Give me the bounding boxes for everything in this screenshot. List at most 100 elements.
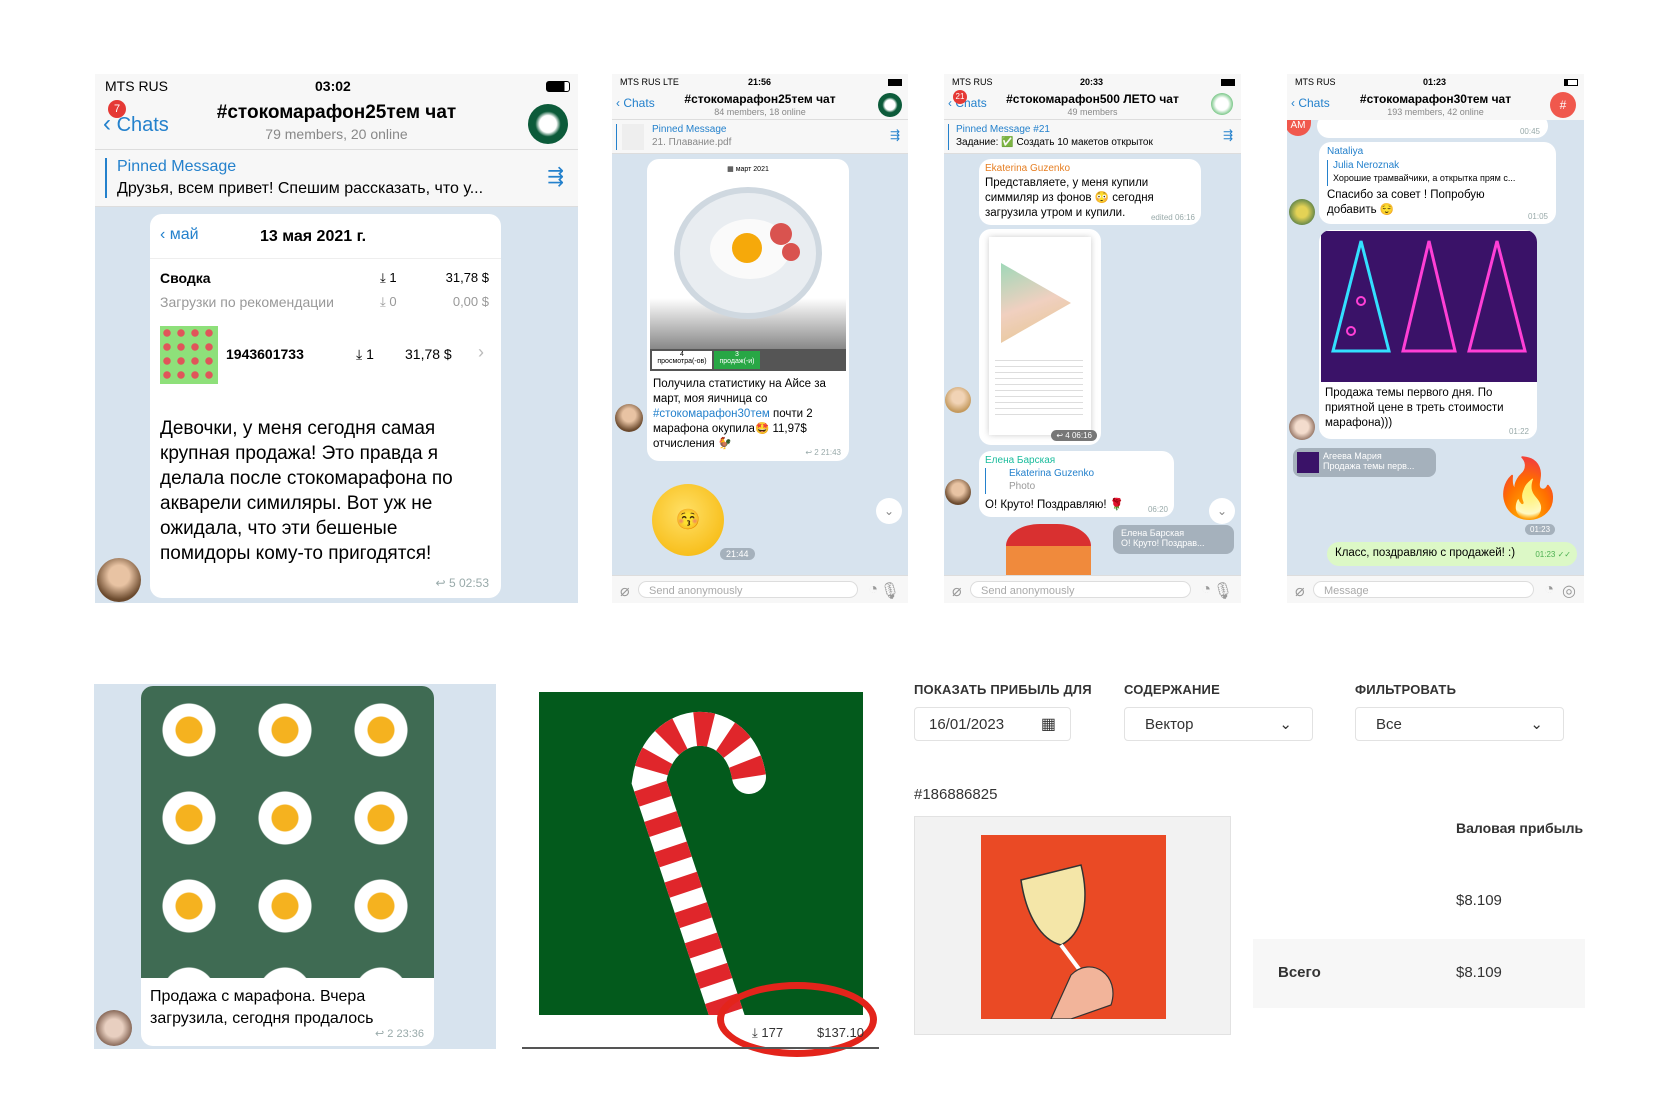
- content-select[interactable]: Вектор ⌄: [1124, 707, 1313, 741]
- fire-time: 01:23: [1525, 524, 1556, 535]
- message-bubble: Елена Барская Ekaterina Guzenko Photo О!…: [979, 451, 1174, 517]
- sender-avatar[interactable]: [615, 404, 643, 432]
- sticker-icon[interactable]: ◔: [1544, 581, 1554, 599]
- message-time: 02:53: [458, 576, 489, 590]
- pinned-message[interactable]: Pinned Message #21 Задание: ✅ Создать 10…: [944, 120, 1241, 154]
- paperclip-icon[interactable]: ⌀: [952, 581, 962, 601]
- chevron-down-icon: ⌄: [1530, 716, 1543, 733]
- message-time: edited 06:16: [1150, 213, 1195, 222]
- message-time: 01:22: [1508, 427, 1529, 436]
- reply-author: Julia Neroznak: [1333, 160, 1400, 171]
- divider: [522, 1047, 879, 1049]
- photo-message: Продажа темы первого дня. По приятной це…: [1319, 230, 1537, 439]
- pinned-bar: [948, 124, 949, 150]
- sales-count: 3: [735, 351, 739, 358]
- pin-list-icon[interactable]: ⇶: [1223, 128, 1233, 142]
- message-bubble: Ekaterina Guzenko Представляете, у меня …: [979, 159, 1201, 225]
- pinned-message[interactable]: Pinned Message Друзья, всем привет! Спеш…: [95, 150, 578, 207]
- reply-preview[interactable]: Елена Барская О! Круто! Поздрав...: [1113, 525, 1234, 554]
- pdf-thumbnail: [622, 124, 644, 150]
- item-row[interactable]: 1943601733 ⤓ 1 31,78 $ ›: [160, 326, 490, 384]
- item-id: 1943601733: [226, 346, 304, 362]
- message-text: Продажа темы первого дня. По приятной це…: [1325, 387, 1504, 429]
- microphone-icon[interactable]: 🎙: [880, 581, 900, 601]
- sender-avatar-initials[interactable]: AM: [1287, 120, 1311, 136]
- paperclip-icon[interactable]: ⌀: [1295, 581, 1305, 601]
- message-input[interactable]: Send anonymously: [638, 581, 858, 598]
- card-month-label: март 2021: [735, 166, 769, 173]
- pin-list-icon[interactable]: ⇶: [890, 128, 900, 142]
- stats-bar: 4 просмотра(-ов) 3 продаж(-и): [650, 349, 846, 371]
- pin-list-icon[interactable]: ⇶: [547, 164, 564, 189]
- sales-highlight-circle: [717, 982, 877, 1057]
- hashtag-link[interactable]: #стокомарафон30тем: [653, 408, 770, 420]
- neon-trees-drawing: [1331, 240, 1527, 353]
- chat-avatar[interactable]: [528, 104, 568, 144]
- party-emoji-sticker: 😚: [652, 484, 724, 556]
- cat-sticker: [1006, 524, 1091, 579]
- rec-downloads: ⤓ 0: [380, 294, 397, 309]
- chevron-down-icon: ⌄: [1279, 716, 1292, 733]
- item-preview[interactable]: [914, 816, 1231, 1035]
- phone-screenshot-3: MTS RUS 20:33 ‹ Chats 21 #стокомарафон50…: [944, 74, 1241, 603]
- message-input[interactable]: Send anonymously: [970, 581, 1191, 598]
- fire-emoji: 🔥: [1492, 456, 1565, 521]
- views-count: 4: [680, 351, 684, 358]
- candy-cane-image: [539, 692, 863, 1015]
- sticker-icon[interactable]: ◔: [1201, 581, 1211, 599]
- sticker-icon[interactable]: ◔: [868, 581, 878, 599]
- pinned-message[interactable]: Pinned Message 21. Плавание.pdf ⇶: [612, 120, 908, 154]
- pinned-title: Pinned Message: [652, 124, 727, 135]
- chat-avatar[interactable]: #: [1550, 92, 1576, 118]
- microphone-icon[interactable]: 🎙: [1213, 581, 1233, 601]
- scroll-down-button[interactable]: ⌄: [1209, 498, 1235, 524]
- message-bubble: ‹ май 13 мая 2021 г. Сводка ⤓ 1 31,78 $ …: [150, 214, 501, 598]
- total-row: Всего $8.109: [1253, 939, 1585, 1008]
- filter-select[interactable]: Все ⌄: [1355, 707, 1564, 741]
- summary-downloads: ⤓ 1: [380, 270, 397, 285]
- sender-avatar[interactable]: [1289, 414, 1315, 440]
- screenshot-photo: [989, 237, 1091, 435]
- sender-avatar[interactable]: [945, 479, 971, 505]
- month-back-button[interactable]: ‹ май: [160, 226, 199, 244]
- eggs-pattern-image: [141, 686, 434, 978]
- battery-icon: [888, 78, 902, 86]
- summary-label: Сводка: [160, 270, 211, 286]
- filter-label: ФИЛЬТРОВАТЬ: [1355, 682, 1457, 697]
- pinned-text: Задание: ✅ Создать 10 макетов открыток: [956, 137, 1153, 148]
- carrier: MTS RUS LTE: [620, 77, 679, 87]
- chat-avatar[interactable]: [1211, 93, 1233, 115]
- paperclip-icon[interactable]: ⌀: [620, 581, 630, 601]
- scroll-down-button[interactable]: ⌄: [876, 498, 902, 524]
- egg-yolk: [732, 233, 762, 263]
- reply-preview[interactable]: Агеева Мария Продажа темы перв...: [1293, 448, 1436, 477]
- message-time-value: 01:23: [1535, 550, 1556, 559]
- message-input[interactable]: Message: [1313, 581, 1534, 598]
- status-bar: MTS RUS 01:23: [1287, 74, 1584, 90]
- chat-header: ‹ Chats 7 #стокомарафон25тем чат 79 memb…: [95, 98, 578, 150]
- chat-subtitle: 49 members: [1067, 107, 1118, 117]
- card-date: 13 мая 2021 г.: [260, 228, 367, 245]
- photo-message[interactable]: ↩ 4 06:16: [979, 229, 1101, 445]
- chat-avatar[interactable]: [878, 93, 902, 117]
- sender-name: Елена Барская: [985, 455, 1056, 466]
- camera-icon[interactable]: ◎: [1562, 581, 1576, 601]
- reply-count: 4: [1065, 431, 1070, 440]
- date-picker[interactable]: 16/01/2023 ▦: [914, 707, 1071, 741]
- pinned-title: Pinned Message #21: [956, 124, 1050, 135]
- phone-screenshot-2: MTS RUS LTE 21:56 ‹ Chats #стокомарафон2…: [612, 74, 908, 603]
- sender-avatar[interactable]: [945, 387, 971, 413]
- message-time: 06:20: [1147, 505, 1168, 514]
- status-bar: MTS RUS 20:33: [944, 74, 1241, 90]
- clock: 03:02: [315, 78, 351, 94]
- chat-subtitle: 79 members, 20 online: [265, 126, 408, 142]
- downloads-stat: ⤓ 177: [752, 1025, 784, 1040]
- filter-value: Все: [1376, 715, 1402, 733]
- sender-avatar[interactable]: [97, 558, 141, 602]
- item-profit: $8.109: [1456, 892, 1502, 909]
- reply-count: 5: [448, 576, 456, 590]
- sender-avatar[interactable]: [1289, 199, 1315, 225]
- pinned-bar: [616, 124, 617, 150]
- message-bubble: ▦ март 2021 4 просмотра(-ов) 3 продаж(-и) …: [647, 159, 849, 461]
- sender-avatar[interactable]: [96, 1010, 132, 1046]
